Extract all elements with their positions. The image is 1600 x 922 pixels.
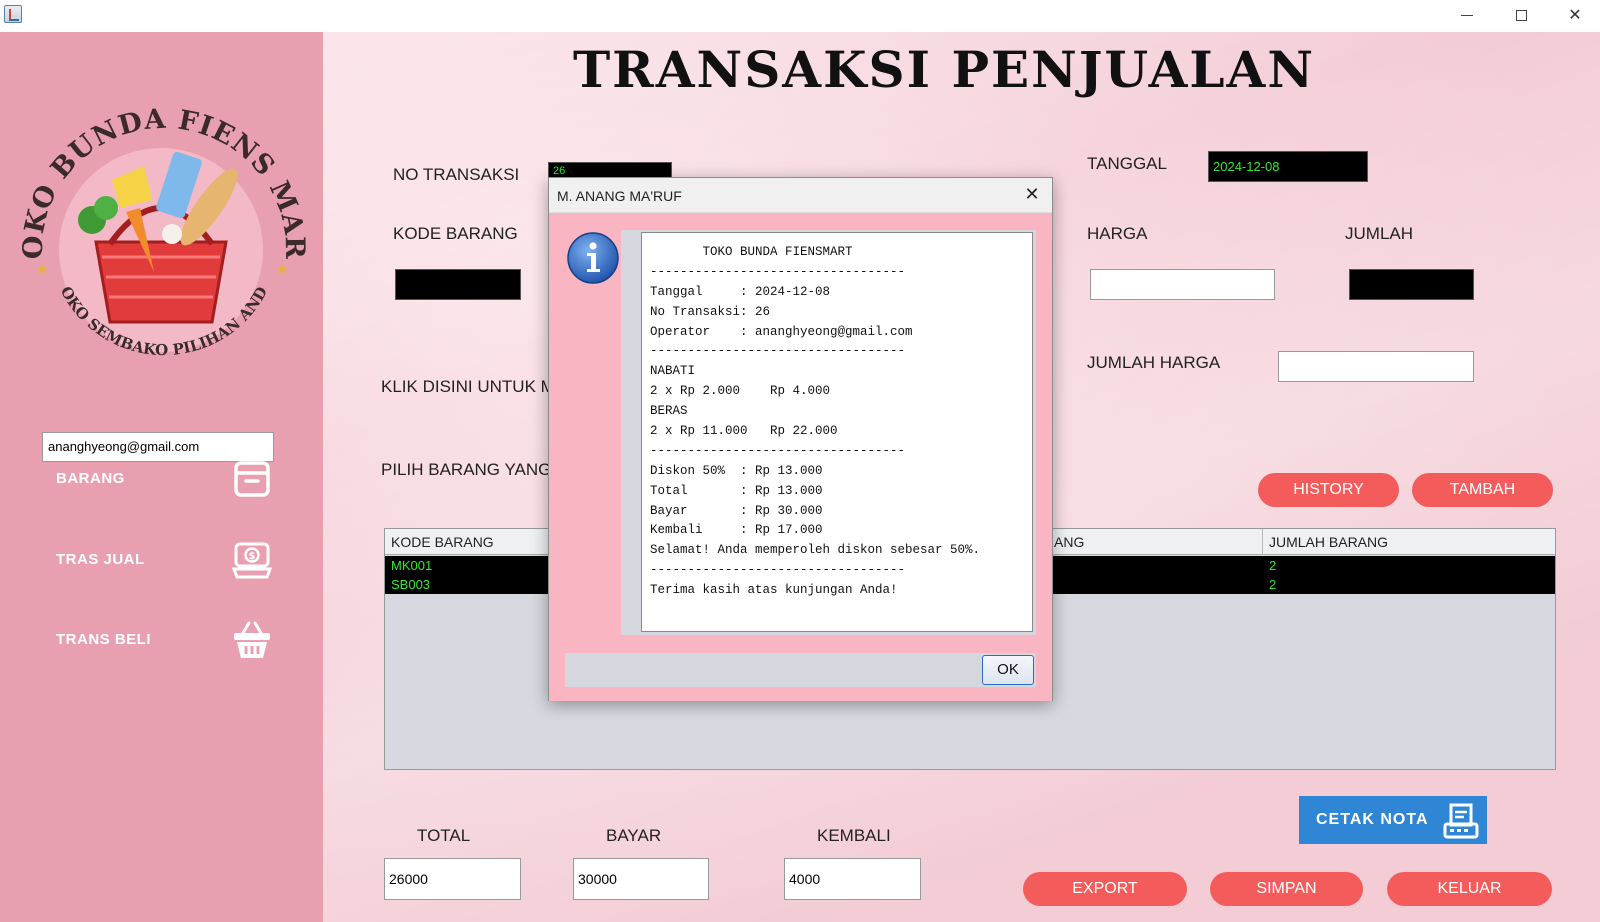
dialog-footer: OK [565,653,1036,687]
pilih-barang-label: PILIH BARANG YANG [381,460,552,479]
tanggal-field[interactable]: 2024-12-08 [1208,151,1368,182]
nav-trans-beli[interactable]: TRANS BELI [56,616,286,666]
info-icon [567,232,619,284]
receipt-line: BERAS [650,404,688,419]
cash-register-icon: $ [231,542,273,579]
receipt-printer-icon [1443,803,1479,839]
receipt-line: NABATI [650,364,696,379]
nav-barang[interactable]: BARANG [56,455,286,505]
nav-barang-label: BARANG [56,470,125,487]
kode-barang-field[interactable] [395,269,521,300]
receipt-dialog: M. ANANG MA'RUF ✕ TOKO BUNDA FIENSMART --… [548,177,1053,701]
harga-label: HARGA [1087,224,1148,243]
column-separator [1262,529,1263,555]
jumlah-label: JUMLAH [1345,224,1414,243]
receipt-line: Terima kasih atas kunjungan Anda! [650,583,898,598]
column-header-nama-barang[interactable]: ANG [1054,534,1084,550]
receipt-line: Bayar : Rp 30.000 [650,503,823,518]
minimize-button[interactable] [1440,0,1494,32]
window-titlebar: ✕ [0,0,1600,32]
row-kode: MK001 [391,558,433,573]
cetak-nota-button[interactable]: CETAK NOTA [1299,796,1487,844]
history-button[interactable]: HISTORY [1258,473,1399,507]
dialog-body: TOKO BUNDA FIENSMART --------------------… [549,213,1052,701]
receipt-line: Tanggal : 2024-12-08 [650,284,831,299]
store-logo: ★ ★ TOKO BUNDA FIENS MART TOKO SEMBAKO P… [3,58,309,382]
klik-disini-label: KLIK DISINI UNTUK M [381,377,555,396]
sidebar: ★ ★ TOKO BUNDA FIENS MART TOKO SEMBAKO P… [0,32,323,922]
export-button[interactable]: EXPORT [1023,872,1187,906]
column-header-jumlah-barang[interactable]: JUMLAH BARANG [1269,534,1388,550]
svg-text:★: ★ [36,262,49,278]
nav-trans-beli-label: TRANS BELI [56,631,151,648]
receipt-line: Selamat! Anda memperoleh diskon sebesar … [650,543,981,558]
maximize-button[interactable] [1494,0,1548,32]
nav-tras-jual[interactable]: TRAS JUAL $ [56,536,286,586]
receipt-line: TOKO BUNDA FIENSMART [650,245,853,259]
jumlah-harga-label: JUMLAH HARGA [1087,353,1221,372]
ok-button[interactable]: OK [982,655,1034,685]
page-title: TRANSAKSI PENJUALAN [572,40,1316,99]
maximize-icon [1515,10,1527,21]
column-header-kode-barang[interactable]: KODE BARANG [391,534,494,550]
bayar-label: BAYAR [606,826,662,845]
svg-text:$: $ [249,551,256,562]
receipt-line: ---------------------------------- [650,443,906,458]
jumlah-harga-field[interactable] [1278,351,1474,382]
svg-text:★: ★ [276,262,289,278]
simpan-button[interactable]: SIMPAN [1210,872,1363,906]
receipt-line: 2 x Rp 11.000 Rp 22.000 [650,424,838,439]
close-window-button[interactable]: ✕ [1548,0,1600,32]
total-label: TOTAL [417,826,471,845]
no-transaksi-label: NO TRANSAKSI [393,165,520,184]
receipt-line: Kembali : Rp 17.000 [650,523,823,538]
jumlah-field[interactable] [1349,269,1474,300]
row-kode: SB003 [391,577,431,592]
basket-icon [234,621,270,658]
kembali-field[interactable]: 4000 [784,858,921,900]
nav-tras-jual-label: TRAS JUAL [56,551,145,568]
receipt-line: ---------------------------------- [650,264,906,279]
row-jumlah: 2 [1269,577,1277,592]
box-icon [234,461,270,497]
receipt-line: No Transaksi: 26 [650,304,771,319]
keluar-button[interactable]: KELUAR [1387,872,1552,906]
bayar-field[interactable]: 30000 [573,858,709,900]
kode-barang-label: KODE BARANG [393,224,518,243]
kembali-label: KEMBALI [817,826,891,845]
java-app-icon [4,5,22,23]
row-jumlah: 2 [1269,558,1277,573]
minimize-icon [1461,15,1473,16]
dialog-title: M. ANANG MA'RUF [557,188,682,204]
harga-field[interactable] [1090,269,1275,300]
message-panel: TOKO BUNDA FIENSMART --------------------… [621,230,1036,635]
receipt-line: Total : Rp 13.000 [650,483,823,498]
dialog-titlebar: M. ANANG MA'RUF ✕ [549,178,1052,213]
receipt-line: 2 x Rp 2.000 Rp 4.000 [650,384,831,399]
receipt-line: ---------------------------------- [650,344,906,359]
total-field[interactable]: 26000 [384,858,521,900]
dialog-close-button[interactable]: ✕ [1018,182,1046,208]
tanggal-label: TANGGAL [1087,154,1167,173]
receipt-text-area[interactable]: TOKO BUNDA FIENSMART --------------------… [641,232,1033,632]
receipt-line: ---------------------------------- [650,563,906,578]
receipt-line: Diskon 50% : Rp 13.000 [650,463,823,478]
tambah-button[interactable]: TAMBAH [1412,473,1553,507]
cetak-nota-label: CETAK NOTA [1316,811,1429,828]
receipt-line: Operator : ananghyeong@gmail.com [650,324,913,339]
